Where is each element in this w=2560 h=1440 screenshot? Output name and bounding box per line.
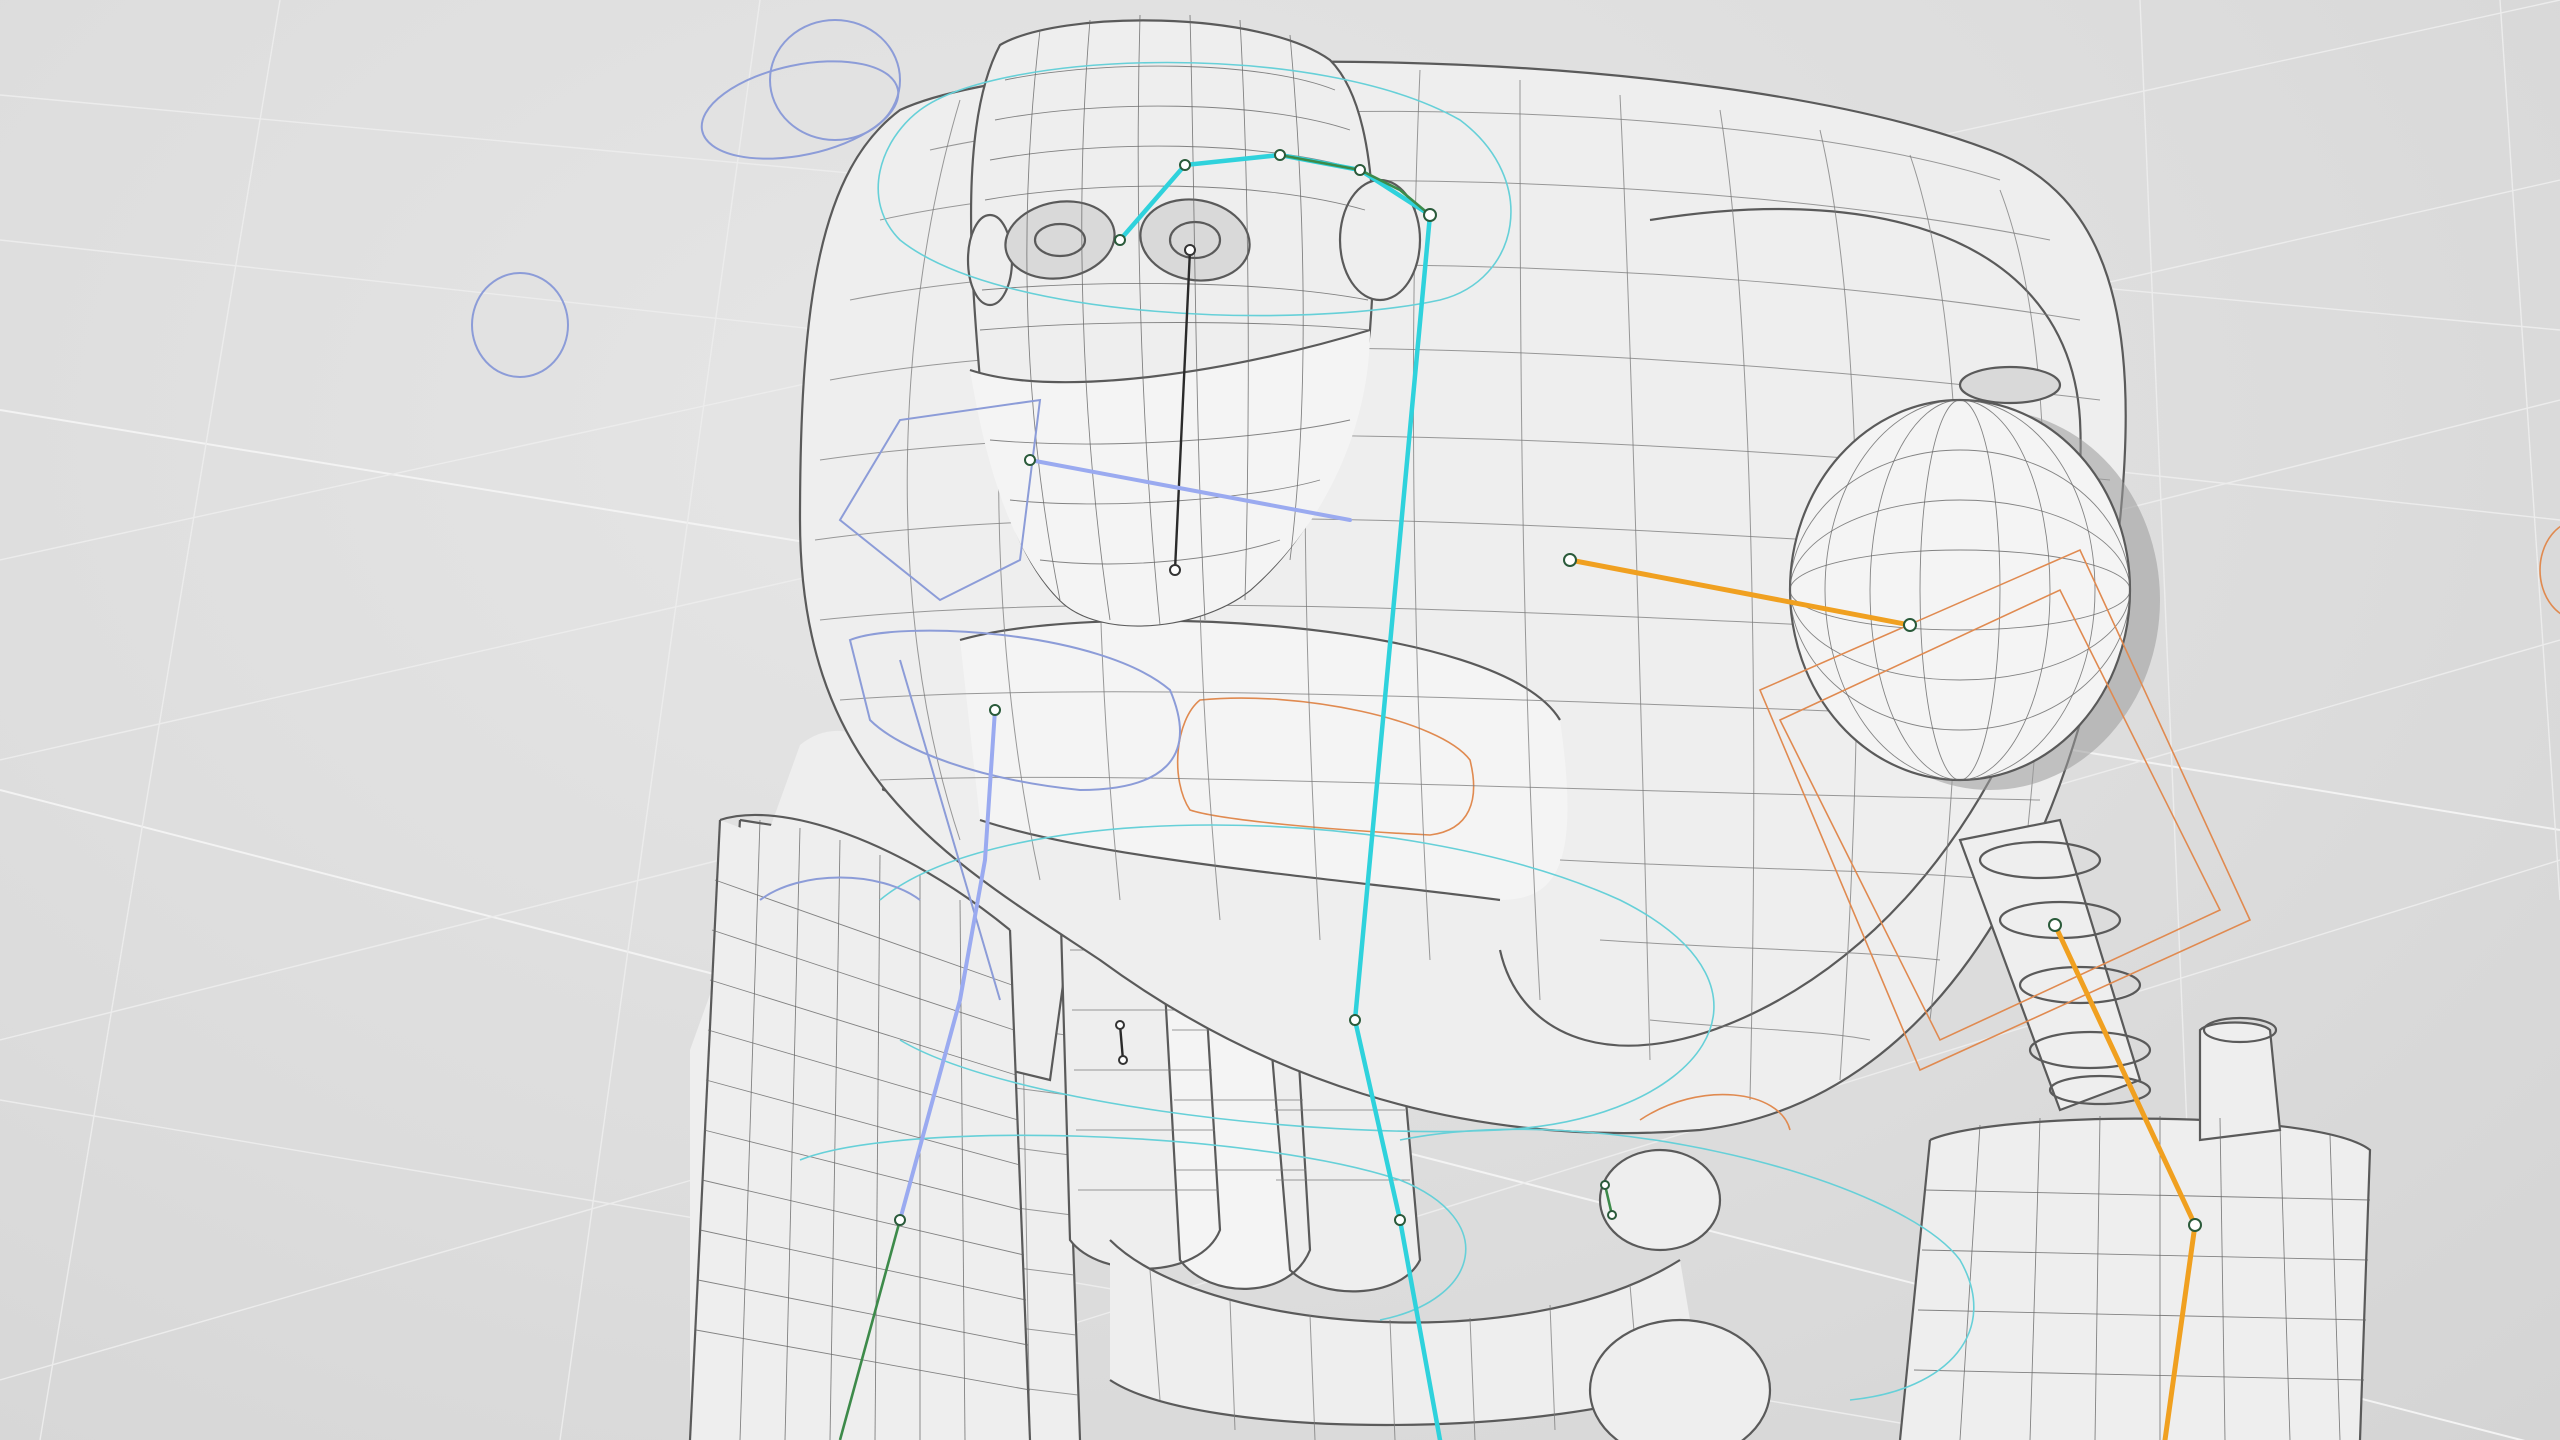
viewport-canvas[interactable]	[0, 0, 2560, 1440]
3d-viewport[interactable]	[0, 0, 2560, 1440]
